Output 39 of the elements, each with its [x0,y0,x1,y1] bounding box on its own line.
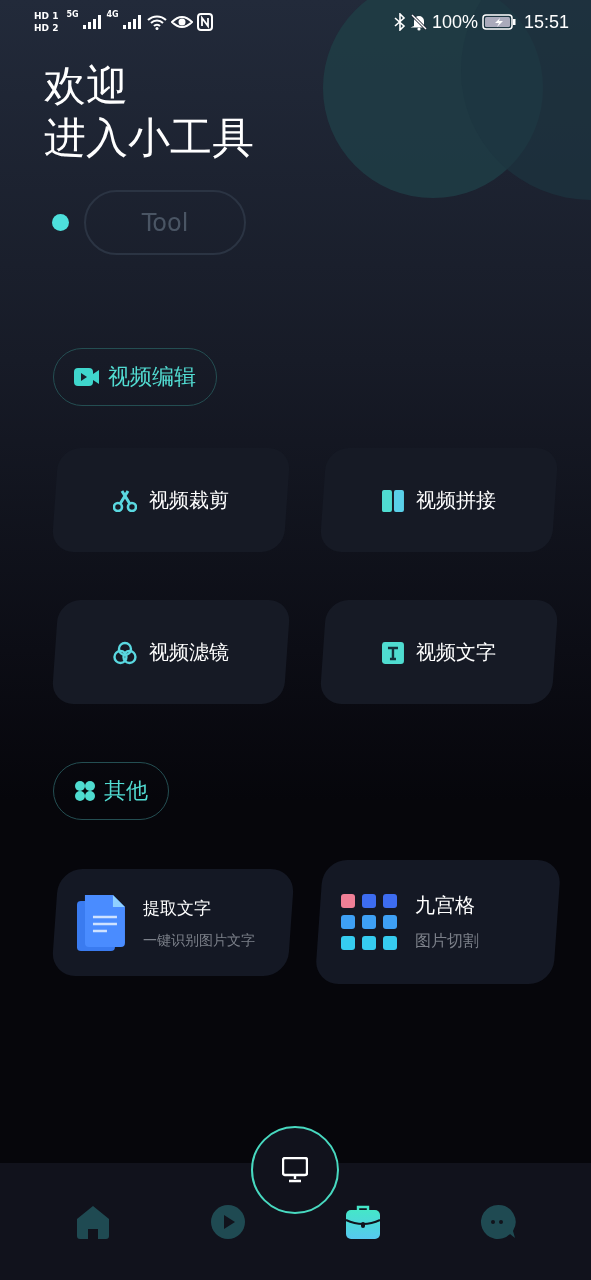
two-panel-icon [382,489,404,511]
nfc-icon [196,13,213,31]
tab-button[interactable] [345,1203,382,1240]
scissors-icon [113,489,137,511]
battery-percent: 100% [431,11,478,33]
home-icon [74,1203,111,1240]
section-title: 其他 [104,777,148,805]
tool-tile[interactable]: 视频裁剪 [51,448,291,552]
tool-card[interactable]: 九宫格 图片切割 [314,860,562,984]
three-circles-icon [113,640,137,664]
four-petal-icon [74,780,96,802]
text-icon [382,641,404,663]
bluetooth-icon [393,13,406,31]
chat-icon [480,1203,517,1240]
clock: 15:51 [523,11,569,33]
briefcase-icon [345,1203,382,1240]
sim-label: HD 2 [34,22,59,34]
section-title: 视频编辑 [108,363,196,391]
eye-icon [170,15,193,29]
sim-label: HD 1 [34,10,59,22]
battery-charging-icon [481,14,516,30]
signal-icon [82,15,101,29]
tool-tile[interactable]: 视频滤镜 [51,600,291,704]
welcome-title: 进入小工具 [44,112,255,164]
tool-card[interactable]: 提取文字 一键识别图片文字 [51,868,295,976]
nine-grid-icon [341,894,397,950]
network-label: 5G [66,10,79,19]
welcome-title: 欢迎 [44,60,129,112]
monitor-icon [282,1157,308,1183]
tool-tile[interactable]: 视频文字 [319,600,559,704]
muted-bell-icon [409,13,428,31]
dot-icon [52,214,69,231]
document-icon [77,894,125,950]
tool-tile[interactable]: 视频拼接 [319,448,559,552]
signal-icon [122,15,141,29]
wifi-icon [146,14,167,30]
video-camera-icon [74,367,100,387]
network-label: 4G [106,10,119,19]
play-icon [209,1203,246,1240]
